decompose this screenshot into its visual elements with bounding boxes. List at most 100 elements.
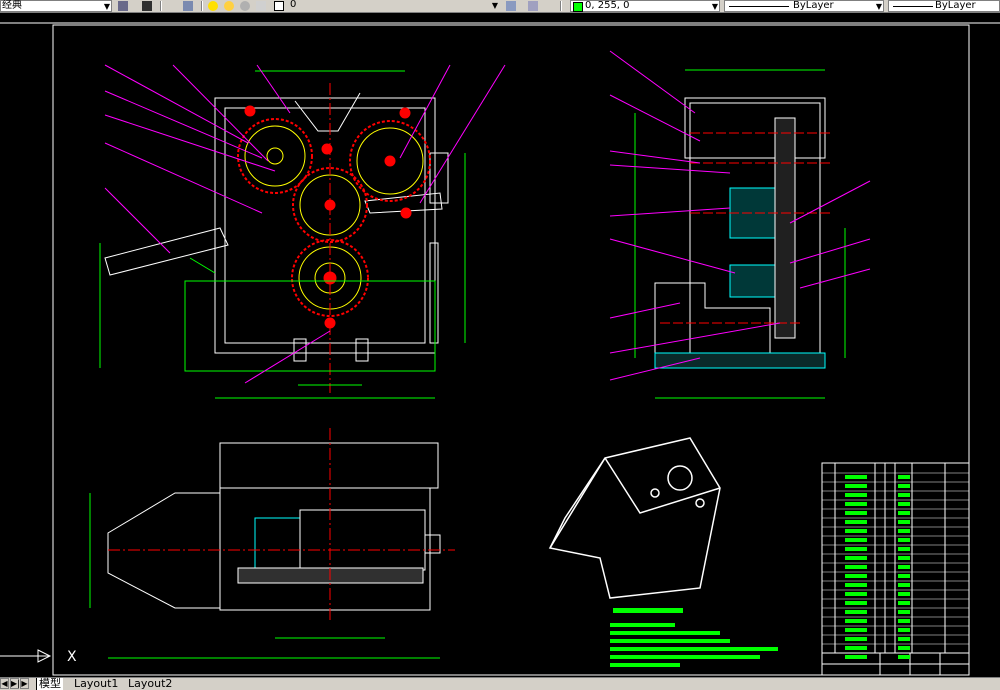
layer-previous-icon[interactable] — [528, 1, 538, 11]
leader-line — [104, 187, 171, 254]
next-tab-button[interactable]: ▶ — [20, 678, 29, 689]
bom-cell-text — [898, 592, 910, 596]
bom-cell-text — [845, 655, 867, 659]
layer-manager-icon[interactable] — [183, 1, 193, 11]
bolt-top-left — [244, 105, 256, 117]
leader-line — [104, 90, 263, 159]
toolbar-separator — [201, 1, 203, 11]
layer-name: 0 — [290, 0, 297, 10]
dim-angle — [189, 257, 216, 274]
top-view-roller-left — [254, 517, 301, 574]
bom-cell-text — [898, 646, 910, 650]
sun-icon[interactable] — [224, 1, 234, 11]
bom-cell-text — [845, 511, 867, 515]
note-line — [610, 655, 760, 659]
lightbulb-icon[interactable] — [208, 1, 218, 11]
gear-upper-left-hub — [266, 147, 284, 165]
leader-line — [104, 64, 249, 144]
gear-upper-left-pitch — [244, 125, 306, 187]
bom-cell-text — [845, 475, 867, 479]
leader-line — [609, 50, 696, 114]
bom-cell-text — [898, 628, 910, 632]
bom-cell-text — [898, 484, 910, 488]
leader-line — [609, 238, 736, 274]
workspace-label: 经典 — [2, 0, 22, 11]
discharge-chute — [104, 227, 229, 276]
bom-cell-text — [845, 484, 867, 488]
bom-cell-text — [898, 502, 910, 506]
tool-palette-icon[interactable] — [142, 1, 152, 11]
note-line — [610, 623, 675, 627]
first-tab-button[interactable]: ◀ — [0, 678, 9, 689]
leader-line — [609, 164, 731, 174]
bom-cell-text — [898, 610, 910, 614]
workspace-dropdown[interactable]: 经典 ▼ — [0, 0, 112, 12]
shaft-upper-right — [384, 155, 396, 167]
linetype-sample — [729, 6, 789, 7]
plot-icon[interactable] — [256, 1, 266, 11]
ucs-icon: X — [0, 649, 77, 665]
toolbar: 经典 ▼ 0 ▼ 0, 255, 0 ▼ ByLayer ▼ ByLayer — [0, 0, 1000, 13]
leader-line — [799, 268, 871, 289]
linetype-dropdown[interactable]: ByLayer ▼ — [724, 0, 884, 12]
base-dim-box — [184, 280, 436, 372]
prev-tab-button[interactable]: ▶| — [10, 678, 20, 689]
tab-layout1[interactable]: Layout1 — [72, 678, 120, 690]
leader-line — [609, 94, 701, 142]
workspace-settings-icon[interactable] — [118, 1, 128, 11]
bom-cell-text — [845, 610, 867, 614]
leader-line — [789, 238, 871, 264]
chevron-down-icon: ▼ — [875, 2, 882, 11]
side-view-top — [684, 97, 826, 159]
tab-model[interactable]: 模型 — [36, 678, 63, 690]
foot-right — [355, 338, 369, 362]
bom-cell-text — [845, 628, 867, 632]
drawing-frame — [52, 24, 970, 676]
bom-cell-text — [898, 556, 910, 560]
side-view-base-plate — [654, 352, 826, 369]
color-value: 0, 255, 0 — [585, 0, 630, 11]
layer-color-icon — [274, 1, 284, 11]
ucs-x-label: X — [67, 649, 77, 665]
bom-cell-text — [845, 619, 867, 623]
bom-cell-text — [845, 493, 867, 497]
leader-line — [256, 64, 291, 114]
linetype-value: ByLayer — [793, 0, 834, 11]
bom-cell-text — [845, 556, 867, 560]
lineweight-dropdown[interactable]: ByLayer — [888, 0, 1000, 12]
top-view-roller-main — [299, 509, 426, 571]
layout-tab-bar: ◀ ▶| ▶ 模型 Layout1 Layout2 — [0, 677, 1000, 690]
bom-cell-text — [898, 583, 910, 587]
chevron-down-icon: ▼ — [103, 2, 110, 11]
layer-dropdown[interactable]: 0 ▼ — [290, 0, 500, 12]
leader-line — [419, 64, 506, 204]
hopper-outline — [294, 92, 361, 132]
color-dropdown[interactable]: 0, 255, 0 ▼ — [570, 0, 720, 12]
note-line — [610, 663, 680, 667]
side-gear-stack — [774, 117, 796, 339]
bom-cell-text — [898, 601, 910, 605]
color-swatch — [573, 2, 583, 12]
drawing-canvas[interactable]: X — [0, 13, 1000, 677]
bom-cell-text — [845, 592, 867, 596]
toolbar-separator — [160, 1, 162, 11]
technical-notes — [610, 608, 778, 667]
bom-cell-text — [898, 475, 910, 479]
bom-cell-text — [898, 538, 910, 542]
chevron-down-icon: ▼ — [491, 1, 498, 10]
leader-line — [609, 150, 701, 164]
bom-cell-text — [898, 565, 910, 569]
front-view-side-plate — [429, 242, 439, 344]
side-view — [609, 50, 871, 399]
front-view-side-bracket — [429, 152, 449, 204]
make-current-layer-icon[interactable] — [506, 1, 516, 11]
bom-cell-text — [845, 547, 867, 551]
bolt-top-right — [399, 107, 411, 119]
front-view-inner-housing — [224, 107, 426, 344]
bom-cell-text — [898, 529, 910, 533]
tab-layout2[interactable]: Layout2 — [126, 678, 174, 690]
isometric-view — [548, 437, 721, 599]
toolbar-separator — [560, 1, 562, 11]
leader-line — [104, 142, 263, 214]
lock-icon[interactable] — [240, 1, 250, 11]
